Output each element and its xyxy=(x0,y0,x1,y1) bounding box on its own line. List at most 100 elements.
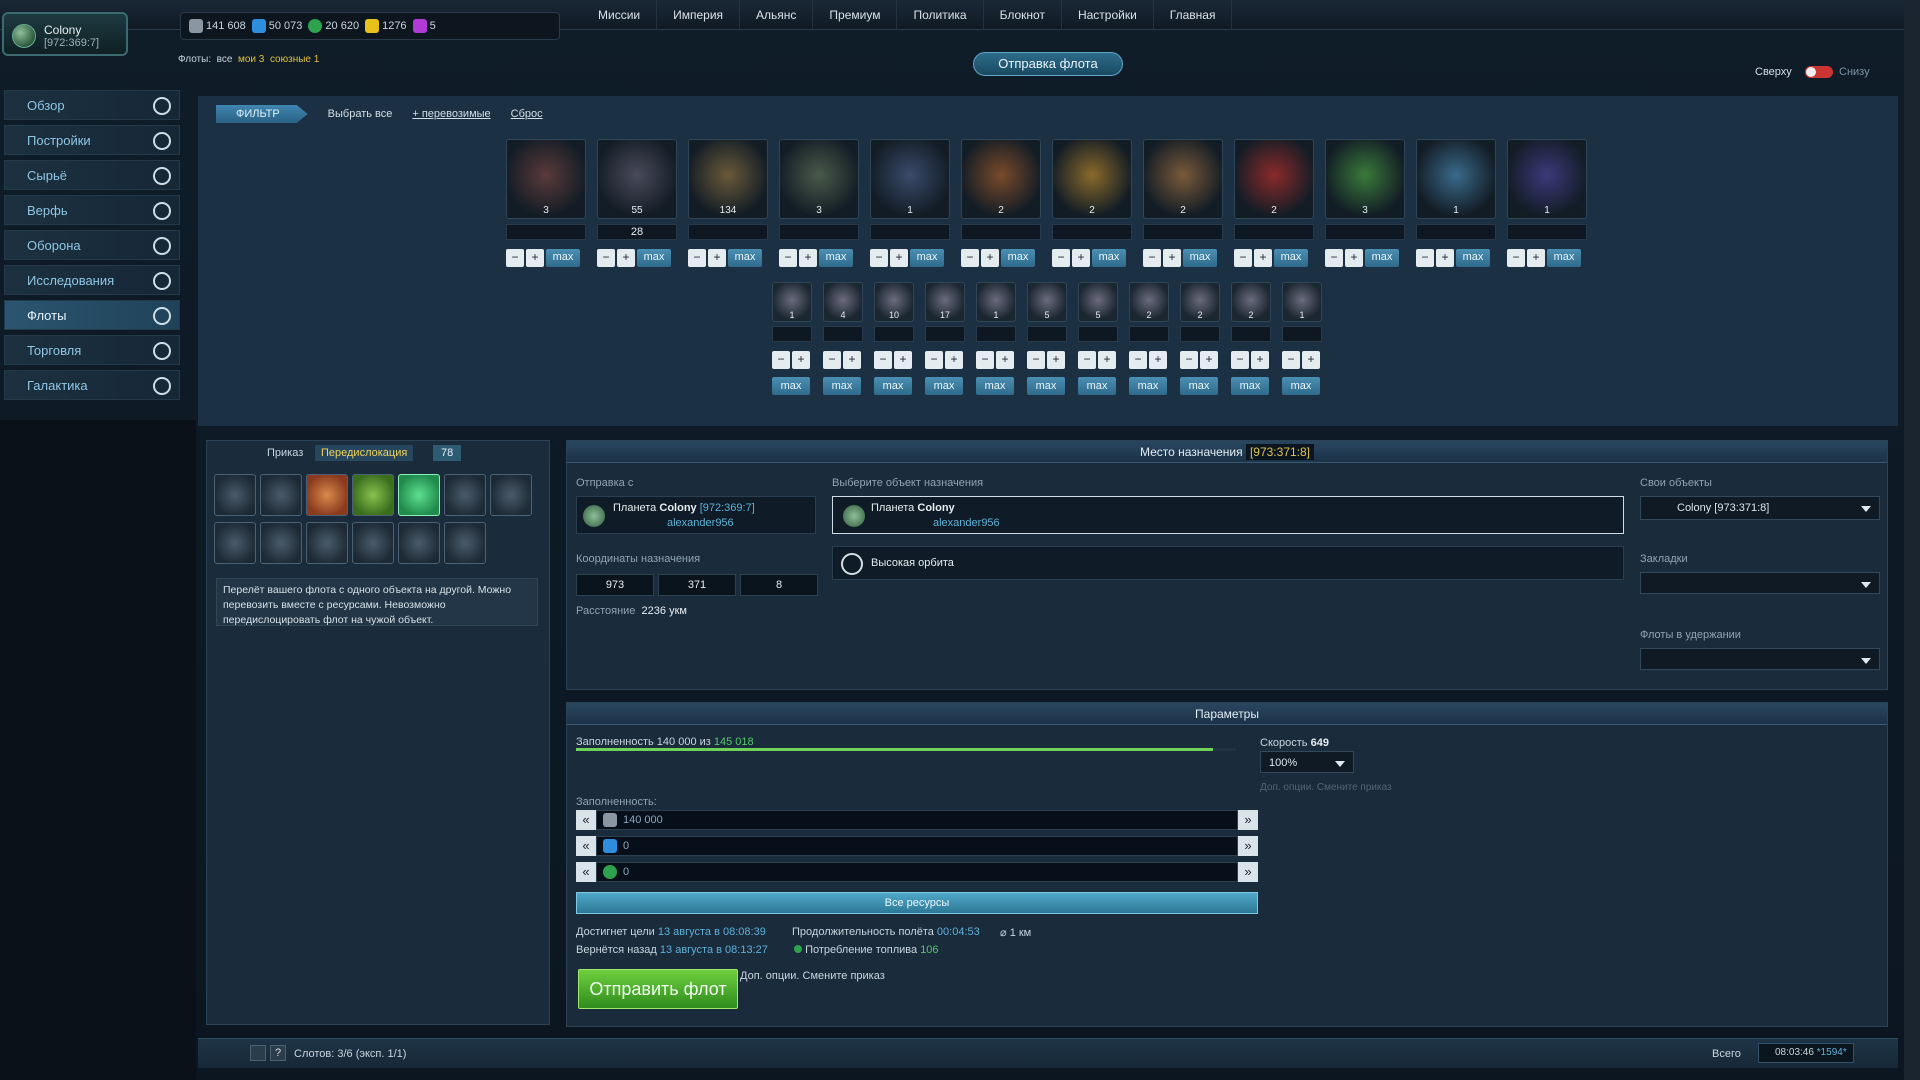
ship-quantity-input[interactable] xyxy=(874,326,914,342)
max-button[interactable]: max xyxy=(823,377,861,395)
bookmarks-select[interactable] xyxy=(1640,572,1880,594)
plus-button[interactable]: + xyxy=(981,249,999,267)
plus-button[interactable]: + xyxy=(1072,249,1090,267)
ship-quantity-input[interactable] xyxy=(1416,224,1496,240)
max-button[interactable]: max xyxy=(637,249,671,267)
ship-quantity-input[interactable] xyxy=(1180,326,1220,342)
minus-button[interactable]: − xyxy=(823,351,841,369)
ship-quantity-input[interactable] xyxy=(1078,326,1118,342)
minus-button[interactable]: − xyxy=(1416,249,1434,267)
minus-button[interactable]: − xyxy=(961,249,979,267)
nav-settings[interactable]: Настройки xyxy=(1062,0,1154,30)
from-owner[interactable]: alexander956 xyxy=(667,517,734,529)
ship-quantity-input[interactable]: 28 xyxy=(597,224,677,240)
minus-button[interactable]: − xyxy=(1078,351,1096,369)
nav-missions[interactable]: Миссии xyxy=(582,0,658,30)
max-button[interactable]: max xyxy=(772,377,810,395)
held-fleets-select[interactable] xyxy=(1640,648,1880,670)
ship-card[interactable]: 3 xyxy=(506,139,586,219)
max-button[interactable]: max xyxy=(976,377,1014,395)
plus-button[interactable]: + xyxy=(1200,351,1218,369)
minus-button[interactable]: − xyxy=(1325,249,1343,267)
tools-icon[interactable] xyxy=(250,1045,266,1061)
ship-quantity-input[interactable] xyxy=(772,326,812,342)
ship-card[interactable]: 2 xyxy=(1234,139,1314,219)
sidebar-item-defense[interactable]: Оборона xyxy=(4,230,180,260)
sidebar-item-buildings[interactable]: Постройки xyxy=(4,125,180,155)
mission-biohazard[interactable] xyxy=(352,522,394,564)
plus-button[interactable]: + xyxy=(1436,249,1454,267)
deut-max-button[interactable]: » xyxy=(1238,862,1258,882)
plus-button[interactable]: + xyxy=(792,351,810,369)
ship-card-small[interactable]: 2 xyxy=(1129,282,1169,322)
plus-button[interactable]: + xyxy=(799,249,817,267)
mission-attack[interactable] xyxy=(214,474,256,516)
max-button[interactable]: max xyxy=(1001,249,1035,267)
metal-max-button[interactable]: » xyxy=(1238,810,1258,830)
max-button[interactable]: max xyxy=(1274,249,1308,267)
minus-button[interactable]: − xyxy=(597,249,615,267)
minus-button[interactable]: − xyxy=(1282,351,1300,369)
transportable-button[interactable]: + перевозимые xyxy=(412,108,490,120)
fleets-all[interactable]: все xyxy=(217,54,233,65)
toggle-switch[interactable] xyxy=(1805,66,1833,78)
ship-card[interactable]: 1 xyxy=(1416,139,1496,219)
ship-card-small[interactable]: 10 xyxy=(874,282,914,322)
mission-harvest[interactable] xyxy=(398,522,440,564)
crystal-max-button[interactable]: » xyxy=(1238,836,1258,856)
plus-button[interactable]: + xyxy=(890,249,908,267)
fleets-mine[interactable]: мои 3 xyxy=(238,54,264,65)
mission-colonize[interactable] xyxy=(490,474,532,516)
ship-quantity-input[interactable] xyxy=(1231,326,1271,342)
nav-premium[interactable]: Премиум xyxy=(813,0,898,30)
ship-card[interactable]: 1 xyxy=(870,139,950,219)
ship-quantity-input[interactable] xyxy=(976,326,1016,342)
filter-button[interactable]: ФИЛЬТР xyxy=(216,105,308,123)
plus-button[interactable]: + xyxy=(1149,351,1167,369)
minus-button[interactable]: − xyxy=(1231,351,1249,369)
minus-button[interactable]: − xyxy=(925,351,943,369)
target-owner[interactable]: alexander956 xyxy=(933,517,1000,529)
send-fleet-button[interactable]: Отправить флот xyxy=(578,969,738,1009)
sidebar-item-research[interactable]: Исследования xyxy=(4,265,180,295)
system-input[interactable]: 371 xyxy=(658,574,736,596)
minus-button[interactable]: − xyxy=(1507,249,1525,267)
metal-min-button[interactable]: « xyxy=(576,810,596,830)
mission-spy[interactable] xyxy=(444,474,486,516)
max-button[interactable]: max xyxy=(1078,377,1116,395)
plus-button[interactable]: + xyxy=(996,351,1014,369)
ship-quantity-input[interactable] xyxy=(870,224,950,240)
sidebar-item-resources[interactable]: Сырьё xyxy=(4,160,180,190)
mission-defend[interactable] xyxy=(260,474,302,516)
mission-expedition[interactable] xyxy=(306,522,348,564)
ship-card-small[interactable]: 1 xyxy=(772,282,812,322)
minus-button[interactable]: − xyxy=(1143,249,1161,267)
max-button[interactable]: max xyxy=(1180,377,1218,395)
ship-quantity-input[interactable] xyxy=(779,224,859,240)
max-button[interactable]: max xyxy=(1092,249,1126,267)
ship-card-small[interactable]: 5 xyxy=(1078,282,1118,322)
fleets-allied[interactable]: союзные 1 xyxy=(270,54,319,65)
max-button[interactable]: max xyxy=(1547,249,1581,267)
position-toggle[interactable]: Сверху Снизу xyxy=(1755,66,1870,78)
plus-button[interactable]: + xyxy=(708,249,726,267)
mission-deploy[interactable] xyxy=(398,474,440,516)
minus-button[interactable]: − xyxy=(1234,249,1252,267)
max-button[interactable]: max xyxy=(1027,377,1065,395)
ship-quantity-input[interactable] xyxy=(925,326,965,342)
ship-quantity-input[interactable] xyxy=(961,224,1041,240)
plus-button[interactable]: + xyxy=(894,351,912,369)
ship-quantity-input[interactable] xyxy=(823,326,863,342)
reset-button[interactable]: Сброс xyxy=(511,108,543,120)
ship-card[interactable]: 2 xyxy=(1143,139,1223,219)
ship-card-small[interactable]: 2 xyxy=(1231,282,1271,322)
sidebar-item-overview[interactable]: Обзор xyxy=(4,90,180,120)
max-button[interactable]: max xyxy=(1183,249,1217,267)
crystal-min-button[interactable]: « xyxy=(576,836,596,856)
max-button[interactable]: max xyxy=(1365,249,1399,267)
ship-quantity-input[interactable] xyxy=(1282,326,1322,342)
ship-quantity-input[interactable] xyxy=(1129,326,1169,342)
metal-input[interactable]: 140 000 xyxy=(596,810,1238,830)
minus-button[interactable]: − xyxy=(976,351,994,369)
max-button[interactable]: max xyxy=(546,249,580,267)
